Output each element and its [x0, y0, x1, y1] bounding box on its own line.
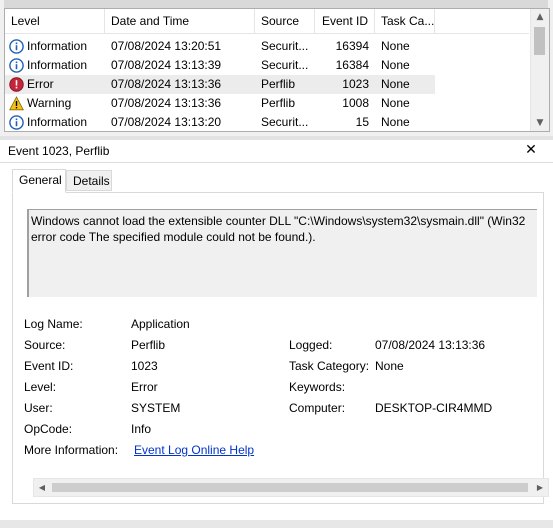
event-row[interactable]: Information 07/08/2024 13:13:39 Securit...…: [5, 56, 435, 75]
scroll-right-arrow-icon[interactable]: ▶: [532, 479, 548, 496]
row-task-category: None: [381, 58, 410, 72]
more-information-label: More Information:: [24, 443, 119, 457]
row-datetime: 07/08/2024 13:13:39: [111, 58, 222, 72]
row-event-id: 16384: [335, 58, 369, 72]
event-row[interactable]: Warning 07/08/2024 13:13:36 Perflib 1008 Non…: [5, 94, 435, 113]
row-task-category: None: [381, 115, 410, 129]
general-tab-content: Windows cannot load the extensible count…: [12, 192, 549, 504]
event-list-pane: Level Date and Time Source Event ID Task…: [0, 0, 553, 136]
bottom-strip: [0, 520, 553, 528]
event-detail-pane: Event 1023, Perflib ✕ General Details Wi…: [0, 140, 553, 520]
column-date-time[interactable]: Date and Time: [105, 9, 255, 33]
tab-details[interactable]: Details: [66, 170, 112, 191]
event-id-label: Event ID:: [24, 359, 74, 373]
close-icon[interactable]: ✕: [523, 142, 539, 158]
scroll-thumb[interactable]: [534, 27, 545, 55]
row-datetime: 07/08/2024 13:20:51: [111, 39, 222, 53]
scroll-left-arrow-icon[interactable]: ◀: [34, 479, 50, 496]
vertical-scrollbar[interactable]: ▲ ▼: [530, 9, 549, 131]
opcode-label: OpCode:: [24, 422, 73, 436]
row-event-id: 1008: [342, 96, 369, 110]
row-level: Information: [27, 115, 88, 129]
logged-label: Logged:: [289, 338, 333, 352]
event-log-online-help-link[interactable]: Event Log Online Help: [134, 442, 254, 458]
row-event-id: 1023: [342, 77, 369, 91]
error-icon: [9, 77, 24, 92]
event-id-value: 1023: [131, 359, 158, 373]
level-label: Level:: [24, 380, 57, 394]
row-level: Information: [27, 39, 88, 53]
computer-value: DESKTOP-CIR4MMD: [375, 401, 493, 415]
row-level: Error: [27, 77, 54, 91]
column-event-id[interactable]: Event ID: [315, 9, 375, 33]
warning-icon: [9, 96, 24, 111]
row-task-category: None: [381, 77, 410, 91]
hscroll-thumb[interactable]: [52, 483, 528, 492]
row-datetime: 07/08/2024 13:13:36: [111, 96, 222, 110]
user-label: User:: [24, 401, 53, 415]
source-value: Perflib: [131, 338, 166, 352]
info-icon: [9, 58, 24, 73]
event-description[interactable]: Windows cannot load the extensible count…: [27, 209, 537, 297]
row-datetime: 07/08/2024 13:13:20: [111, 115, 222, 129]
scroll-up-arrow-icon[interactable]: ▲: [531, 9, 549, 25]
task-category-label: Task Category:: [289, 359, 370, 373]
detail-title: Event 1023, Perflib: [8, 144, 110, 158]
task-category-value: None: [375, 359, 404, 373]
logged-value: 07/08/2024 13:13:36: [375, 338, 486, 352]
info-icon: [9, 39, 24, 54]
row-source: Securit...: [261, 115, 309, 129]
event-row[interactable]: Information 07/08/2024 13:13:20 Securit...…: [5, 113, 435, 131]
row-datetime: 07/08/2024 13:13:36: [111, 77, 222, 91]
row-source: Perflib: [261, 77, 296, 91]
row-source: Securit...: [261, 58, 309, 72]
tab-general[interactable]: General: [12, 169, 66, 193]
event-list[interactable]: Level Date and Time Source Event ID Task…: [4, 8, 550, 132]
log-name-label: Log Name:: [24, 317, 83, 331]
info-icon: [9, 115, 24, 130]
row-source: Securit...: [261, 39, 309, 53]
row-event-id: 16394: [335, 39, 369, 53]
row-task-category: None: [381, 39, 410, 53]
opcode-value: Info: [131, 422, 152, 436]
level-value: Error: [131, 380, 158, 394]
column-source[interactable]: Source: [255, 9, 315, 33]
scroll-down-arrow-icon[interactable]: ▼: [531, 115, 549, 131]
column-level[interactable]: Level: [5, 9, 105, 33]
column-task-category[interactable]: Task Ca...: [375, 9, 435, 33]
event-row[interactable]: Error 07/08/2024 13:13:36 Perflib 1023 None: [5, 75, 435, 94]
row-event-id: 15: [355, 115, 369, 129]
row-task-category: None: [381, 96, 410, 110]
keywords-label: Keywords:: [289, 380, 346, 394]
row-level: Information: [27, 58, 88, 72]
row-source: Perflib: [261, 96, 296, 110]
column-header: Level Date and Time Source Event ID Task…: [5, 9, 529, 34]
detail-header: Event 1023, Perflib ✕: [0, 140, 553, 163]
horizontal-scrollbar[interactable]: ◀ ▶: [33, 478, 549, 497]
source-label: Source:: [24, 338, 66, 352]
computer-label: Computer:: [289, 401, 346, 415]
row-level: Warning: [27, 96, 72, 110]
log-name-value: Application: [131, 317, 190, 331]
user-value: SYSTEM: [131, 401, 181, 415]
event-row[interactable]: Information 07/08/2024 13:20:51 Securit...…: [5, 37, 435, 56]
